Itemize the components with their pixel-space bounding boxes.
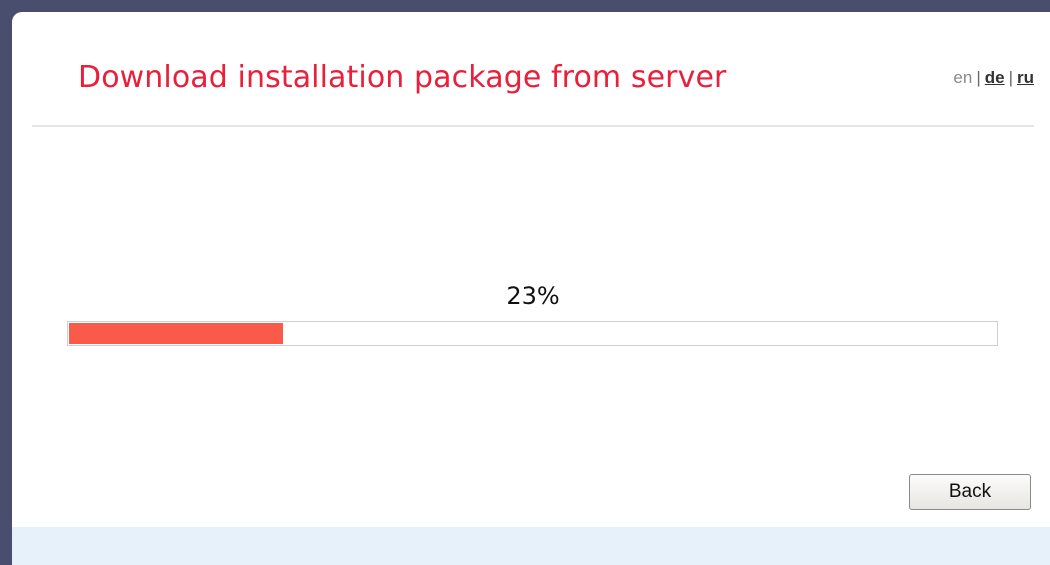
language-separator: | — [976, 68, 981, 87]
language-current-en: en — [953, 68, 973, 87]
language-link-ru[interactable]: ru — [1017, 68, 1034, 87]
page-title: Download installation package from serve… — [78, 60, 727, 95]
header-divider — [32, 125, 1034, 127]
progress-bar — [67, 321, 998, 346]
back-button[interactable]: Back — [909, 474, 1031, 510]
footer-band — [12, 527, 1050, 565]
language-separator: | — [1008, 68, 1013, 87]
progress-percent-label: 23% — [506, 282, 560, 310]
progress-bar-fill — [69, 323, 283, 344]
language-link-de[interactable]: de — [985, 68, 1005, 87]
language-switcher: en | de | ru — [953, 68, 1034, 88]
installer-window: Download installation package from serve… — [12, 12, 1050, 565]
